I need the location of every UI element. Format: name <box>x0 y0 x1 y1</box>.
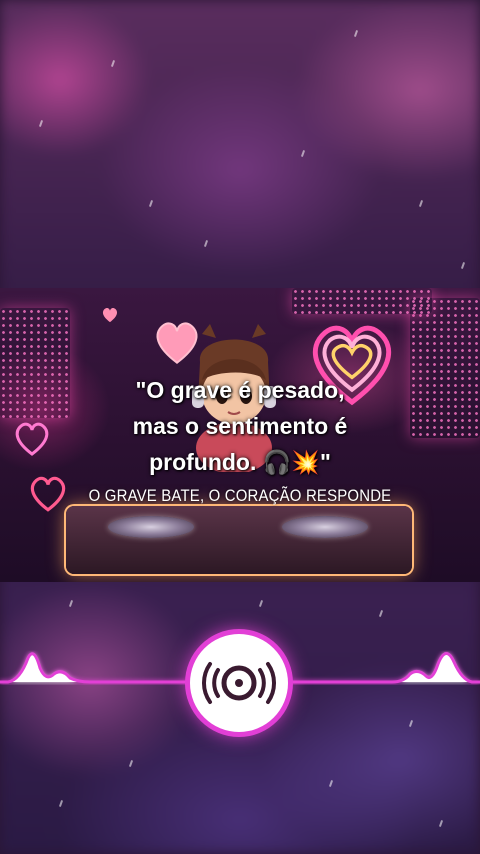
vinyl-disc-button[interactable] <box>190 634 288 732</box>
subtitle-caption: O GRAVE BATE, O CORAÇÃO RESPONDE <box>88 486 392 505</box>
quote-line-2: mas o sentimento é <box>132 413 348 439</box>
neon-heart-icon <box>102 307 118 323</box>
quote-line-3: profundo. 🎧💥" <box>149 449 331 475</box>
quote-line-1: "O grave é pesado, <box>135 377 345 403</box>
vinyl-disc-icon <box>202 662 276 704</box>
led-panel-top <box>292 288 432 314</box>
dj-deck <box>66 506 412 574</box>
quote-caption: "O grave é pesado, mas o sentimento é pr… <box>0 372 480 480</box>
left-turntable <box>108 516 194 538</box>
right-turntable <box>282 516 368 538</box>
